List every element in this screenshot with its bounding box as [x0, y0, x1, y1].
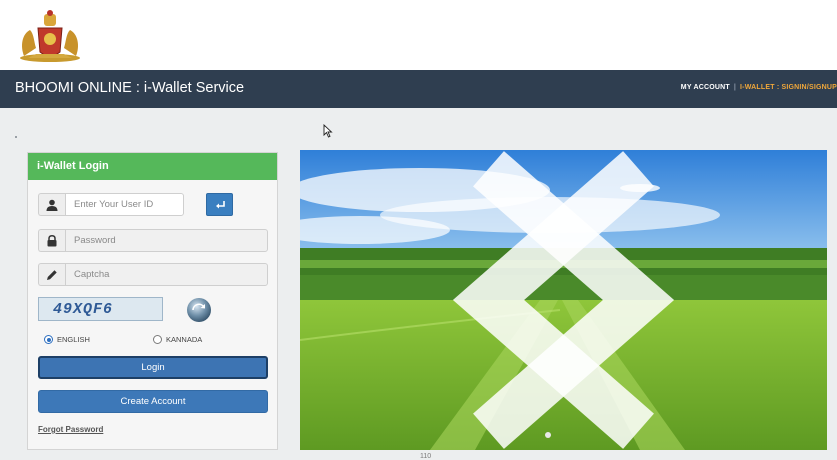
captcha-image: 49XQF6 [38, 297, 163, 321]
pencil-icon [47, 270, 57, 280]
stray-dot [15, 136, 17, 138]
account-links: MY ACCOUNT | I-WALLET : SIGNIN/SIGNUP [681, 84, 837, 91]
kannada-radio[interactable] [153, 335, 162, 344]
english-label: ENGLISH [57, 335, 90, 344]
enter-arrow-icon [216, 201, 225, 209]
wallet-signin-link[interactable]: I-WALLET : SIGNIN/SIGNUP [740, 84, 837, 91]
user-icon [46, 199, 58, 211]
my-account-link[interactable]: MY ACCOUNT [681, 84, 730, 91]
password-addon [38, 229, 65, 252]
top-banner [0, 0, 837, 70]
footer-partial-text: 110 [420, 453, 432, 460]
site-brand[interactable]: BHOOMI ONLINE : i-Wallet Service [15, 80, 244, 96]
user-id-submit-button[interactable] [206, 193, 233, 216]
english-radio[interactable] [44, 335, 53, 344]
captcha-addon [38, 263, 65, 286]
login-panel: i-Wallet Login 49XQF6 ENGLISH KANNADA Lo… [27, 152, 278, 450]
nav-separator: | [733, 84, 737, 91]
user-addon [38, 193, 65, 216]
carousel-indicator[interactable] [545, 432, 551, 438]
kannada-label: KANNADA [166, 335, 203, 344]
top-navbar: BHOOMI ONLINE : i-Wallet Service MY ACCO… [0, 70, 837, 108]
user-id-input[interactable] [65, 193, 184, 216]
mouse-pointer-icon [323, 124, 333, 138]
create-account-button[interactable]: Create Account [38, 390, 268, 413]
forgot-password-link[interactable]: Forgot Password [38, 425, 103, 434]
login-panel-header: i-Wallet Login [28, 153, 277, 180]
lock-icon [47, 235, 57, 247]
password-input[interactable] [65, 229, 268, 252]
login-button[interactable]: Login [38, 356, 268, 379]
login-panel-title: i-Wallet Login [37, 160, 109, 172]
captcha-text: 49XQF6 [53, 301, 114, 318]
hero-carousel [300, 150, 827, 450]
captcha-input[interactable] [65, 263, 268, 286]
chevron-right-icon[interactable] [300, 150, 827, 450]
karnataka-state-emblem-icon [20, 10, 80, 62]
refresh-captcha-icon[interactable] [186, 297, 212, 323]
